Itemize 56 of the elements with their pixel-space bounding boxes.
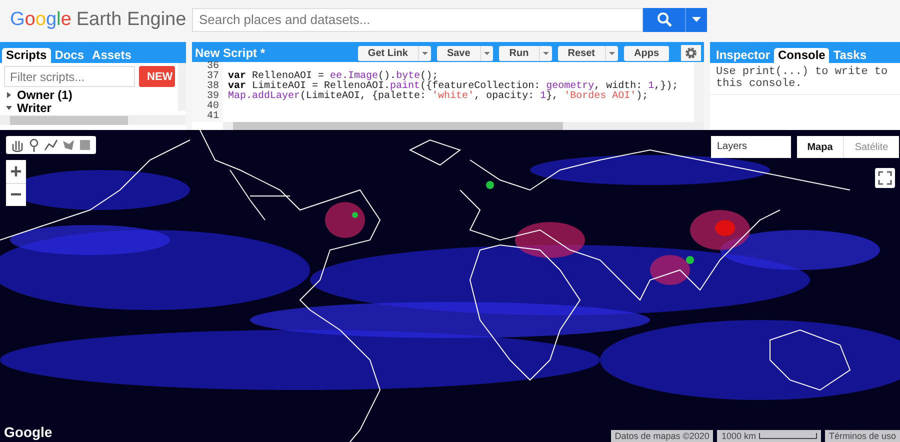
console-message: Use print(...) to write to this console. (710, 63, 900, 95)
collapsed-arrow-icon[interactable] (6, 92, 12, 98)
filter-field[interactable]: Filter scripts... (4, 66, 135, 87)
scrollbar[interactable] (178, 63, 186, 111)
toolbar-button[interactable]: Reset (558, 46, 618, 60)
settings-button[interactable] (681, 45, 701, 61)
map-logo: Google (4, 424, 52, 440)
scrollbar[interactable] (694, 62, 704, 122)
tree-item[interactable]: Writer (17, 100, 52, 114)
panel-tab[interactable]: Console (774, 48, 830, 63)
code-line: var RellenoAOI = ee.Image().byte(); (228, 71, 438, 82)
line-number: 39 (206, 92, 219, 102)
horizontal-scrollbar[interactable] (0, 115, 186, 125)
fullscreen-button[interactable] (875, 168, 895, 188)
caret-icon (422, 52, 428, 54)
horizontal-scrollbar[interactable] (223, 122, 704, 130)
caret-icon (609, 52, 615, 54)
map-attribution[interactable]: Datos de mapas ©2020 (610, 430, 714, 442)
line-icon[interactable] (44, 138, 58, 152)
search-field[interactable]: Search places and datasets... (192, 8, 643, 32)
search-icon (656, 12, 672, 27)
layers-dropdown[interactable]: Layers (711, 136, 791, 158)
script-title: New Script * (195, 46, 266, 60)
google-logo: Google (10, 8, 72, 32)
terms-link[interactable]: Términos de uso (824, 430, 900, 442)
polygon-icon[interactable] (61, 138, 75, 152)
gear-icon (685, 47, 697, 59)
line-number: 38 (206, 82, 219, 92)
line-number: 41 (206, 112, 219, 122)
line-number: 36 (206, 62, 219, 72)
new-button[interactable]: NEW (139, 66, 175, 87)
rectangle-icon[interactable] (78, 138, 92, 152)
toolbar-button[interactable]: Apps (624, 46, 669, 60)
tree-item[interactable]: Owner (1) (17, 88, 72, 102)
toolbar-button[interactable]: Get Link (358, 46, 431, 60)
scale-bar (758, 433, 817, 439)
map-type-button[interactable]: Satélite (843, 136, 899, 158)
panel-tab[interactable]: Scripts (2, 48, 51, 63)
zoom-out-button[interactable]: − (6, 183, 26, 206)
code-line: var LimiteAOI = RellenoAOI.paint({featureCollection: geometry, width: 1,}); (228, 81, 678, 92)
fullscreen-icon (878, 171, 892, 185)
toolbar-button[interactable]: Save (436, 46, 494, 60)
caret-icon (542, 52, 549, 54)
search-button[interactable] (643, 8, 685, 32)
caret-icon (692, 17, 701, 22)
search-menu-button[interactable] (685, 8, 707, 32)
expanded-arrow-icon[interactable] (6, 104, 12, 110)
caret-icon (484, 52, 490, 54)
code-line: Map.addLayer(LimiteAOI, {palette: 'white', opacity: 1}, 'Bordes AOI'); (228, 91, 648, 102)
hand-icon[interactable] (10, 138, 24, 152)
toolbar-button[interactable]: Run (499, 46, 552, 60)
product-name: Earth Engine (76, 8, 186, 32)
scale-label: 1000 km (721, 431, 756, 441)
line-number: 40 (206, 102, 219, 112)
pin-icon[interactable] (27, 138, 41, 152)
line-number: 37 (206, 72, 219, 82)
